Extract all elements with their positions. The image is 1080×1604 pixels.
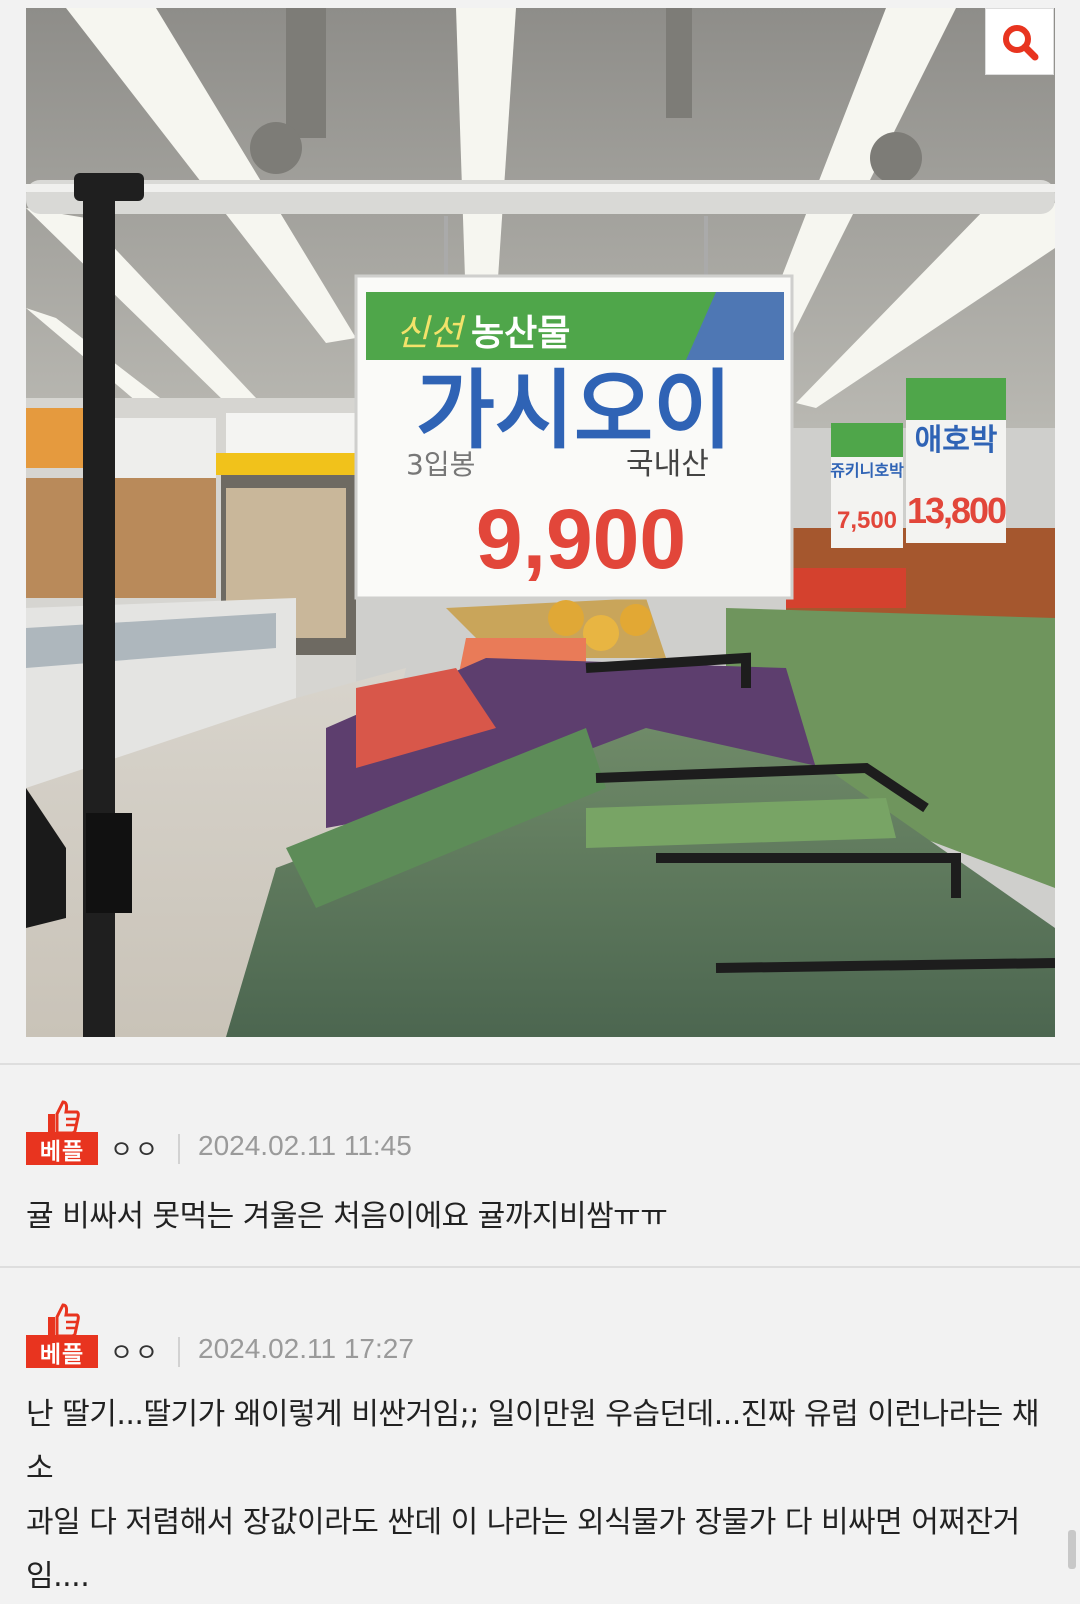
search-icon <box>1002 24 1038 60</box>
zoom-button[interactable] <box>985 8 1054 75</box>
comment-text-line: 난 딸기...딸기가 왜이렇게 비싼거임;; 일이만원 우습던데...진짜 유럽… <box>26 1397 1039 1486</box>
side-sign-b-product: 쥬키니호박 <box>830 461 904 480</box>
best-reply-badge: 베플 <box>26 1303 98 1369</box>
thumbs-up-icon <box>48 1303 80 1337</box>
meta-separator <box>178 1134 180 1164</box>
comment-date: 2024.02.11 17:27 <box>198 1333 414 1364</box>
comment-date: 2024.02.11 11:45 <box>198 1130 412 1161</box>
meta-separator <box>178 1337 180 1367</box>
side-sign-b-price: 7,500 <box>837 507 897 534</box>
post-photo: 애호박 13,800 쥬키니호박 7,500 신선 농산물 가시오이 3입봉 국… <box>26 8 1055 1037</box>
best-reply-label: 베플 <box>26 1132 98 1165</box>
side-sign-a-product: 애호박 <box>915 423 998 458</box>
thumbs-up-icon <box>48 1100 80 1134</box>
comment-text: 귤 비싸서 못먹는 겨울은 처음이에요 귤까지비쌈ㅠㅠ <box>26 1199 668 1234</box>
comment-text-line: 과일 다 저렴해서 장값이라도 싼데 이 나라는 외식물가 장물가 다 비싸면 … <box>26 1505 1020 1540</box>
comment: 베플 ㅇㅇ 2024.02.11 17:27 난 딸기...딸기가 왜이렇게 비… <box>26 1303 1056 1604</box>
sign-brand-a: 신선 <box>396 313 466 354</box>
sign-origin: 국내산 <box>626 447 709 482</box>
best-reply-label: 베플 <box>26 1335 98 1368</box>
comment-meta: 베플 ㅇㅇ 2024.02.11 11:45 <box>26 1100 1056 1170</box>
side-sign-a-price: 13,800 <box>907 490 1006 531</box>
scrollbar-thumb[interactable] <box>1068 1530 1076 1569</box>
comment-text-line: 임.... <box>26 1559 90 1594</box>
side-sign-b: 쥬키니호박 7,500 <box>830 423 904 548</box>
divider <box>0 1063 1080 1065</box>
comment-text: 난 딸기...딸기가 왜이렇게 비싼거임;; 일이만원 우습던데...진짜 유럽… <box>26 1388 1056 1604</box>
comment-meta: 베플 ㅇㅇ 2024.02.11 17:27 <box>26 1303 1056 1373</box>
comment: 베플 ㅇㅇ 2024.02.11 11:45 귤 비싸서 못먹는 겨울은 처음이… <box>26 1100 1056 1244</box>
sign-brand-b: 농산물 <box>471 313 570 354</box>
side-sign-a: 애호박 13,800 <box>906 378 1008 543</box>
comment-author: ㅇㅇ <box>110 1338 161 1367</box>
comment-author: ㅇㅇ <box>110 1135 161 1164</box>
divider <box>0 1266 1080 1268</box>
sign-product: 가시오이 <box>416 361 732 461</box>
supermarket-photo: 애호박 13,800 쥬키니호박 7,500 신선 농산물 가시오이 3입봉 국… <box>26 8 1055 1037</box>
sign-price: 9,900 <box>476 492 686 586</box>
best-reply-badge: 베플 <box>26 1100 98 1166</box>
sign-pack: 3입봉 <box>406 448 475 481</box>
